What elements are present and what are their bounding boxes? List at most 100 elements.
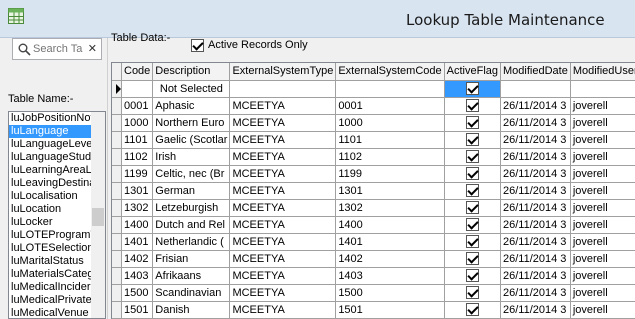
row-selector[interactable] bbox=[112, 114, 122, 132]
cell-modified-date[interactable]: 26/11/2014 3 bbox=[500, 114, 571, 132]
cell-external-system-type[interactable]: MCEETYA bbox=[229, 250, 337, 268]
cell-external-system-code[interactable]: 0001 bbox=[335, 97, 445, 115]
active-flag-checkbox[interactable] bbox=[465, 200, 479, 214]
table-list-item[interactable]: luLOTEProgramT bbox=[9, 229, 91, 242]
column-header-modified-user[interactable]: ModifiedUser bbox=[570, 63, 635, 81]
cell-active-flag[interactable] bbox=[444, 199, 502, 217]
table-list-item[interactable]: luLOTESelection bbox=[9, 242, 91, 255]
cell-description[interactable]: Scandinavian bbox=[152, 284, 231, 302]
active-flag-checkbox[interactable] bbox=[465, 302, 479, 316]
active-flag-checkbox[interactable] bbox=[465, 115, 479, 129]
cell-external-system-code[interactable]: 1500 bbox=[335, 284, 445, 302]
cell-modified-user[interactable]: joverell bbox=[570, 267, 635, 285]
active-flag-checkbox[interactable] bbox=[465, 98, 479, 112]
cell-external-system-code[interactable]: 1402 bbox=[335, 250, 445, 268]
row-selector[interactable] bbox=[112, 301, 122, 319]
row-selector[interactable] bbox=[112, 131, 122, 149]
cell-description[interactable]: Aphasic bbox=[152, 97, 231, 115]
list-scrollbar-thumb[interactable] bbox=[92, 208, 104, 226]
cell-description[interactable]: Celtic, nec (Br bbox=[152, 165, 231, 183]
cell-active-flag[interactable] bbox=[444, 250, 502, 268]
cell-external-system-code[interactable]: 1101 bbox=[335, 131, 445, 149]
cell-modified-date[interactable]: 26/11/2014 3 bbox=[500, 182, 571, 200]
table-list-item[interactable]: luMaterialsCateg bbox=[9, 268, 91, 281]
cell-code[interactable]: 1402 bbox=[121, 250, 154, 268]
cell-external-system-code[interactable]: 1102 bbox=[335, 148, 445, 166]
row-selector[interactable] bbox=[112, 165, 122, 183]
cell-modified-user[interactable]: joverell bbox=[570, 148, 635, 166]
cell-code[interactable] bbox=[121, 80, 154, 98]
cell-description[interactable]: Dutch and Rel bbox=[152, 216, 231, 234]
cell-modified-date[interactable]: 26/11/2014 3 bbox=[500, 131, 571, 149]
table-data-grid[interactable]: Code Description ExternalSystemType Exte… bbox=[111, 62, 635, 319]
cell-modified-date[interactable]: 26/11/2014 3 bbox=[500, 148, 571, 166]
column-header-description[interactable]: Description bbox=[152, 63, 231, 81]
table-list-item[interactable]: luMedicalPrivate bbox=[9, 294, 91, 307]
cell-external-system-type[interactable]: MCEETYA bbox=[229, 97, 337, 115]
column-header-active-flag[interactable]: ActiveFlag bbox=[444, 63, 502, 81]
cell-code[interactable]: 1400 bbox=[121, 216, 154, 234]
table-list-item[interactable]: luLocalisation bbox=[9, 190, 91, 203]
active-records-only-option[interactable]: Active Records Only bbox=[191, 39, 308, 53]
cell-modified-date[interactable]: 26/11/2014 3 bbox=[500, 284, 571, 302]
table-row[interactable]: 1102 Irish MCEETYA 1102 26/11/2014 3 joverell bbox=[112, 148, 635, 166]
table-list-item[interactable]: luMedicalIncider bbox=[9, 281, 91, 294]
cell-modified-date[interactable]: 26/11/2014 3 bbox=[500, 250, 571, 268]
cell-external-system-code[interactable]: 1302 bbox=[335, 199, 445, 217]
cell-external-system-type[interactable]: MCEETYA bbox=[229, 233, 337, 251]
cell-modified-date[interactable]: 26/11/2014 3 bbox=[500, 267, 571, 285]
cell-code[interactable]: 1199 bbox=[121, 165, 154, 183]
cell-code[interactable]: 1501 bbox=[121, 301, 154, 319]
cell-external-system-type[interactable]: MCEETYA bbox=[229, 267, 337, 285]
cell-external-system-type[interactable]: MCEETYA bbox=[229, 199, 337, 217]
cell-modified-user[interactable]: joverell bbox=[570, 284, 635, 302]
cell-code[interactable]: 1401 bbox=[121, 233, 154, 251]
cell-external-system-code[interactable]: 1403 bbox=[335, 267, 445, 285]
cell-external-system-type[interactable]: MCEETYA bbox=[229, 301, 337, 319]
table-row[interactable]: 1400 Dutch and Rel MCEETYA 1400 26/11/2014 3… bbox=[112, 216, 635, 234]
cell-modified-user[interactable]: joverell bbox=[570, 199, 635, 217]
cell-code[interactable]: 1301 bbox=[121, 182, 154, 200]
row-selector[interactable] bbox=[112, 284, 122, 302]
cell-modified-user[interactable]: joverell bbox=[570, 97, 635, 115]
cell-external-system-code[interactable]: 1301 bbox=[335, 182, 445, 200]
table-name-list[interactable]: luJobPositionNot luLanguage luLanguageLeve… bbox=[8, 111, 106, 319]
column-header-external-system-type[interactable]: ExternalSystemType bbox=[229, 63, 337, 81]
cell-code[interactable]: 1101 bbox=[121, 131, 154, 149]
table-row[interactable]: 1501 Danish MCEETYA 1501 26/11/2014 3 joverel… bbox=[112, 301, 635, 319]
cell-modified-user[interactable]: joverell bbox=[570, 131, 635, 149]
cell-active-flag[interactable] bbox=[444, 284, 502, 302]
active-flag-checkbox[interactable] bbox=[465, 81, 479, 95]
table-list-item[interactable]: luLanguage bbox=[9, 125, 91, 138]
table-list-item[interactable]: luLocker bbox=[9, 216, 91, 229]
cell-active-flag[interactable] bbox=[444, 233, 502, 251]
cell-code[interactable]: 1403 bbox=[121, 267, 154, 285]
table-row[interactable]: 1402 Frisian MCEETYA 1402 26/11/2014 3 jovere… bbox=[112, 250, 635, 268]
cell-active-flag[interactable] bbox=[444, 97, 502, 115]
cell-external-system-type[interactable] bbox=[229, 80, 337, 98]
cell-description[interactable]: German bbox=[152, 182, 231, 200]
cell-external-system-type[interactable]: MCEETYA bbox=[229, 148, 337, 166]
row-selector[interactable] bbox=[112, 182, 122, 200]
table-row[interactable]: 1000 Northern Euro MCEETYA 1000 26/11/2014 3… bbox=[112, 114, 635, 132]
table-list-item[interactable]: luMaritalStatus bbox=[9, 255, 91, 268]
row-selector[interactable] bbox=[112, 267, 122, 285]
active-flag-checkbox[interactable] bbox=[465, 132, 479, 146]
cell-modified-date[interactable]: 26/11/2014 3 bbox=[500, 199, 571, 217]
row-selector[interactable] bbox=[112, 216, 122, 234]
cell-active-flag[interactable] bbox=[444, 131, 502, 149]
cell-modified-user[interactable] bbox=[570, 80, 635, 98]
cell-external-system-type[interactable]: MCEETYA bbox=[229, 284, 337, 302]
table-list-item[interactable]: luLearningAreaL bbox=[9, 164, 91, 177]
active-flag-checkbox[interactable] bbox=[465, 251, 479, 265]
table-row[interactable]: 1302 Letzeburgish MCEETYA 1302 26/11/2014 3j… bbox=[112, 199, 635, 217]
active-records-only-checkbox[interactable] bbox=[191, 39, 204, 52]
cell-code[interactable]: 0001 bbox=[121, 97, 154, 115]
row-selector[interactable] bbox=[112, 199, 122, 217]
cell-active-flag[interactable] bbox=[444, 165, 502, 183]
cell-modified-user[interactable]: joverell bbox=[570, 250, 635, 268]
cell-external-system-type[interactable]: MCEETYA bbox=[229, 131, 337, 149]
cell-description[interactable]: Irish bbox=[152, 148, 231, 166]
cell-external-system-code[interactable]: 1000 bbox=[335, 114, 445, 132]
cell-modified-date[interactable] bbox=[500, 80, 571, 98]
